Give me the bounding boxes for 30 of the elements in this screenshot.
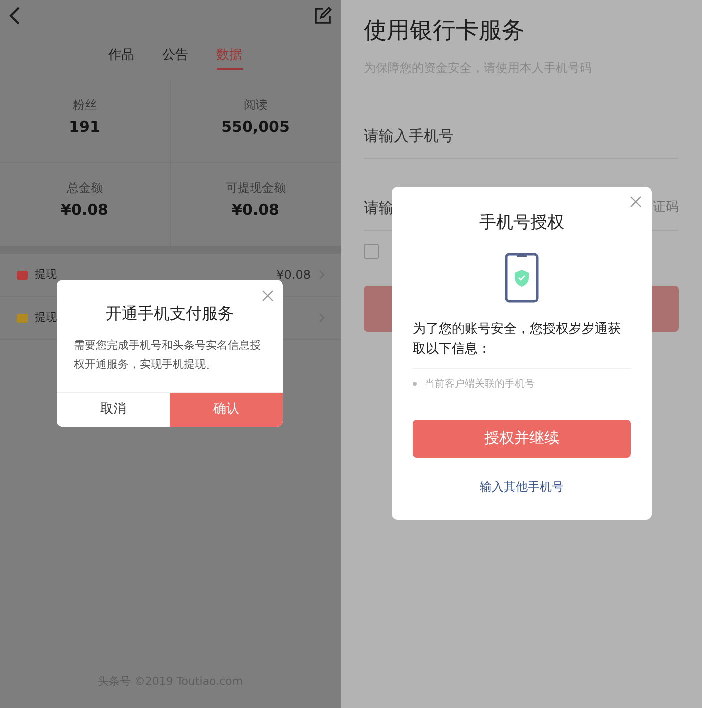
stat-label: 阅读 <box>244 97 268 114</box>
stat-value: 550,005 <box>222 117 290 138</box>
dialog-title: 手机号授权 <box>478 212 566 235</box>
info-item: 当前客户端关联的手机号 <box>425 378 535 392</box>
stat-value: ¥0.08 <box>61 200 108 221</box>
close-icon[interactable] <box>262 290 274 302</box>
stat-label: 总金额 <box>66 180 103 197</box>
other-phone-link[interactable]: 输入其他手机号 <box>480 478 564 496</box>
page-title: 使用银行卡服务 <box>364 17 526 46</box>
list-label: 提现 <box>35 266 57 283</box>
back-icon[interactable] <box>9 7 21 25</box>
tab[interactable]: 作品 <box>108 44 134 70</box>
stat-value: 191 <box>69 117 100 138</box>
phone-shield-icon <box>505 252 539 302</box>
stat-label: 粉丝 <box>72 97 97 114</box>
checkbox[interactable] <box>364 244 379 258</box>
dialog-message: 为了您的账号安全，您授权岁岁通获取以下信息： <box>413 320 622 358</box>
stat-value: ¥0.08 <box>232 200 280 221</box>
dialog-message: 需要您完成手机号和头条号实名信息授权开通服务，实现手机提现。 <box>73 338 262 373</box>
stat-label: 可提现金额 <box>226 180 286 197</box>
dialog-title: 开通手机支付服务 <box>105 303 235 325</box>
phone-input[interactable]: 请输入手机号 <box>364 124 679 148</box>
close-icon[interactable] <box>630 196 642 208</box>
tab[interactable]: 公告 <box>162 44 188 70</box>
edit-icon[interactable] <box>314 7 332 25</box>
list-value: ¥0.08 <box>276 267 311 284</box>
confirm-button[interactable]: 确认 <box>170 393 283 427</box>
list-label: 提现 <box>35 310 57 326</box>
authorize-button[interactable]: 授权并继续 <box>413 420 631 458</box>
bullet-icon <box>413 382 417 386</box>
